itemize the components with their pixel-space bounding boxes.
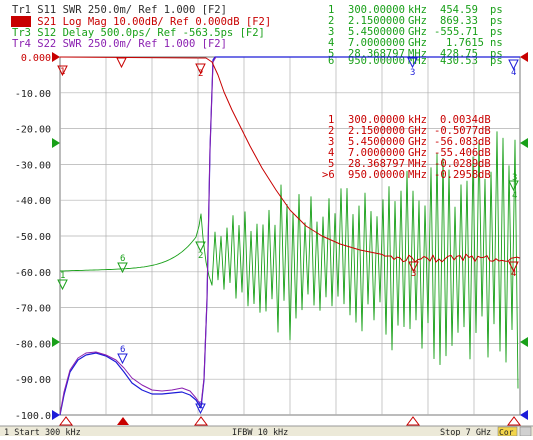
y-tick-label: 0.000 (21, 53, 51, 64)
correction-badge-label: Cor (499, 428, 514, 436)
marker-mid-6-vunit: dB (478, 169, 491, 181)
vna-plot[interactable]: Tr1 S11 SWR 250.0m/ Ref 1.000 [F2] Tr2 S… (0, 0, 533, 438)
y-tick-label: -30.00 (15, 160, 51, 171)
y-tick-label: -90.00 (15, 375, 51, 386)
y-tick-label: -70.00 (15, 304, 51, 315)
sweep-start[interactable]: 1 Start 300 kHz (4, 428, 81, 438)
svg-text:6: 6 (120, 345, 125, 355)
y-tick-label: -60.00 (15, 268, 51, 279)
svg-text:3: 3 (410, 68, 415, 78)
marker-mid-6-freq: 950.00000 (348, 169, 405, 181)
y-tick-label: -40.00 (15, 196, 51, 207)
sweep-stop[interactable]: Stop 7 GHz (440, 428, 491, 438)
svg-text:4: 4 (511, 269, 516, 279)
svg-text:4: 4 (512, 191, 517, 201)
marker-mid-6-num: >6 (322, 169, 335, 181)
trace-legend-tr4[interactable]: Tr4 S22 SWR 250.0m/ Ref 1.000 [F2] (12, 38, 227, 50)
if-bandwidth[interactable]: IFBW 10 kHz (232, 428, 288, 438)
svg-text:4: 4 (511, 68, 516, 78)
y-tick-label: -20.00 (15, 125, 51, 136)
vna-screen: Tr1 S11 SWR 250.0m/ Ref 1.000 [F2] Tr2 S… (0, 0, 533, 438)
svg-text:2: 2 (198, 69, 203, 79)
svg-text:2: 2 (198, 251, 203, 261)
marker-mid-6-unit: MHz (408, 169, 427, 181)
status-box (519, 426, 532, 437)
y-tick-label: -80.00 (15, 339, 51, 350)
y-tick-label: -50.00 (15, 232, 51, 243)
y-tick-label: -10.00 (15, 89, 51, 100)
svg-text:2: 2 (198, 401, 203, 411)
svg-text:1: 1 (60, 67, 65, 77)
svg-text:6: 6 (120, 254, 125, 264)
marker-mid-6-val: -0.2958 (434, 169, 478, 181)
svg-text:1: 1 (60, 271, 65, 281)
footer-bar: 1 Start 300 kHz IFBW 10 kHz Stop 7 GHz C… (0, 425, 533, 438)
trace-legend-tr1[interactable]: Tr1 S11 SWR 250.0m/ Ref 1.000 [F2] (12, 4, 227, 16)
y-tick-label: -100.0 (15, 411, 51, 422)
svg-text:3: 3 (411, 269, 416, 279)
